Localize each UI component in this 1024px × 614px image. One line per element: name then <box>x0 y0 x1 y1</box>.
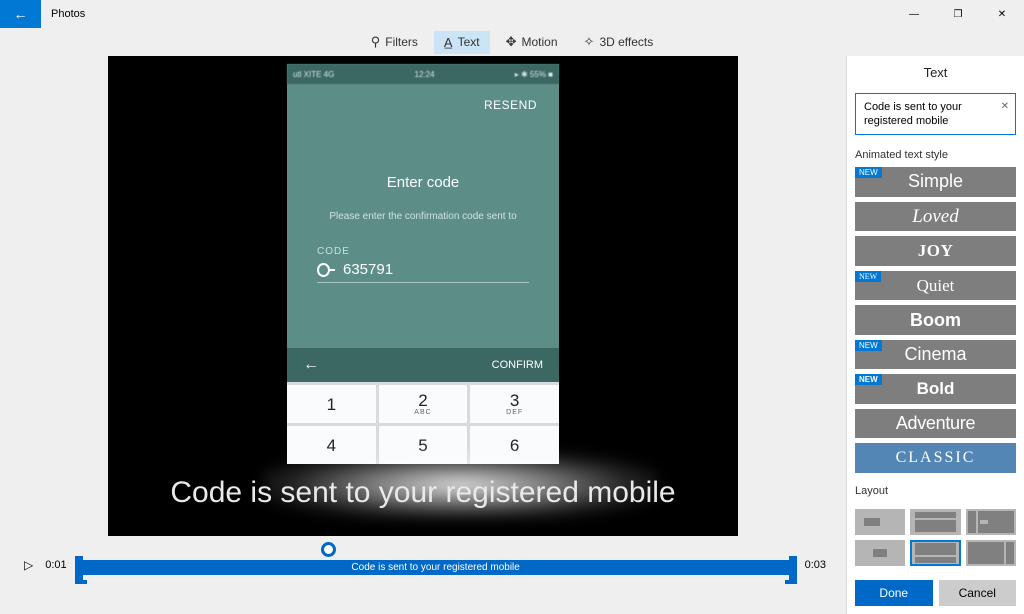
timeline-start-time: 0:01 <box>45 559 66 571</box>
tool-text[interactable]: A̲ Text <box>434 31 490 54</box>
style-joy[interactable]: JOY <box>855 236 1016 266</box>
style-quiet[interactable]: NEWQuiet <box>855 271 1016 301</box>
sparkle-icon: ✧ <box>584 34 595 50</box>
motion-icon: ✥ <box>506 34 517 50</box>
play-icon[interactable]: ▷ <box>24 558 33 572</box>
phone-back-icon: ← <box>303 356 319 374</box>
tool-filters[interactable]: ⚲ Filters <box>361 30 428 54</box>
new-badge: NEW <box>855 374 882 385</box>
style-section-label: Animated text style <box>855 149 1024 161</box>
new-badge: NEW <box>855 271 881 282</box>
timeline-trim-left[interactable] <box>75 556 83 580</box>
text-styles-list: NEWSimple Loved JOY NEWQuiet Boom NEWCin… <box>847 167 1024 473</box>
done-button[interactable]: Done <box>855 580 933 606</box>
style-loved[interactable]: Loved <box>855 202 1016 232</box>
phone-mockup: utl XITE 4G 12:24 ▸ ✱ 55% ■ RESEND Enter… <box>287 64 559 464</box>
video-preview[interactable]: utl XITE 4G 12:24 ▸ ✱ 55% ■ RESEND Enter… <box>108 56 738 536</box>
layout-option-5[interactable] <box>910 540 960 566</box>
resend-label: RESEND <box>287 84 559 112</box>
timeline: ▷ 0:01 Code is sent to your registered m… <box>0 536 846 580</box>
layout-option-3[interactable] <box>966 509 1016 535</box>
back-button[interactable]: ← <box>0 0 41 28</box>
instruction-text: Please enter the confirmation code sent … <box>287 211 559 222</box>
new-badge: NEW <box>855 340 882 351</box>
overlay-text: Code is sent to your registered mobile <box>170 476 675 510</box>
text-input-value: Code is sent to your registered mobile <box>864 101 962 127</box>
confirm-label: CONFIRM <box>492 359 543 371</box>
timeline-track[interactable]: Code is sent to your registered mobile <box>79 550 793 580</box>
tool-3d-label: 3D effects <box>599 35 653 49</box>
minimize-button[interactable]: — <box>892 0 936 28</box>
text-icon: A̲ <box>444 35 453 50</box>
preview-area: utl XITE 4G 12:24 ▸ ✱ 55% ■ RESEND Enter… <box>0 56 846 614</box>
filters-icon: ⚲ <box>371 34 381 50</box>
editor-toolbar: ⚲ Filters A̲ Text ✥ Motion ✧ 3D effects <box>0 28 1024 56</box>
tool-filters-label: Filters <box>385 35 418 49</box>
timeline-trim-right[interactable] <box>789 556 797 580</box>
layout-option-6[interactable] <box>966 540 1016 566</box>
clear-text-icon[interactable]: ✕ <box>1001 100 1009 113</box>
timeline-playhead[interactable] <box>321 542 336 557</box>
code-value: 635791 <box>343 261 393 278</box>
layout-grid <box>847 509 1024 566</box>
tool-text-label: Text <box>458 35 480 49</box>
tool-motion-label: Motion <box>522 35 558 49</box>
tool-motion[interactable]: ✥ Motion <box>496 30 568 54</box>
tool-3d-effects[interactable]: ✧ 3D effects <box>574 30 664 54</box>
new-badge: NEW <box>855 167 882 178</box>
text-overlay: Code is sent to your registered mobile <box>108 450 738 536</box>
title-bar: ← Photos — ❐ ✕ <box>0 0 1024 28</box>
window-controls: — ❐ ✕ <box>892 0 1024 28</box>
timeline-end-time: 0:03 <box>805 559 826 571</box>
style-classic[interactable]: CLASSIC <box>855 443 1016 473</box>
text-sidebar: Text Code is sent to your registered mob… <box>846 56 1024 614</box>
phone-status-bar: utl XITE 4G 12:24 ▸ ✱ 55% ■ <box>287 64 559 84</box>
cancel-button[interactable]: Cancel <box>939 580 1017 606</box>
style-bold[interactable]: NEWBold <box>855 374 1016 404</box>
text-input[interactable]: Code is sent to your registered mobile ✕ <box>855 93 1016 135</box>
action-buttons: Done Cancel <box>847 566 1024 614</box>
style-boom[interactable]: Boom <box>855 305 1016 335</box>
layout-section-label: Layout <box>855 485 1024 497</box>
maximize-button[interactable]: ❐ <box>936 0 980 28</box>
layout-option-4[interactable] <box>855 540 905 566</box>
code-field-label: CODE <box>317 246 529 257</box>
style-cinema[interactable]: NEWCinema <box>855 340 1016 370</box>
close-button[interactable]: ✕ <box>980 0 1024 28</box>
sidebar-title: Text <box>847 56 1024 89</box>
app-title: Photos <box>51 8 85 20</box>
key-icon <box>317 263 335 277</box>
timeline-clip[interactable]: Code is sent to your registered mobile <box>79 560 793 575</box>
style-adventure[interactable]: Adventure <box>855 409 1016 439</box>
style-simple[interactable]: NEWSimple <box>855 167 1016 197</box>
arrow-left-icon: ← <box>14 6 28 22</box>
enter-code-heading: Enter code <box>287 174 559 191</box>
layout-option-1[interactable] <box>855 509 905 535</box>
layout-option-2[interactable] <box>910 509 960 535</box>
